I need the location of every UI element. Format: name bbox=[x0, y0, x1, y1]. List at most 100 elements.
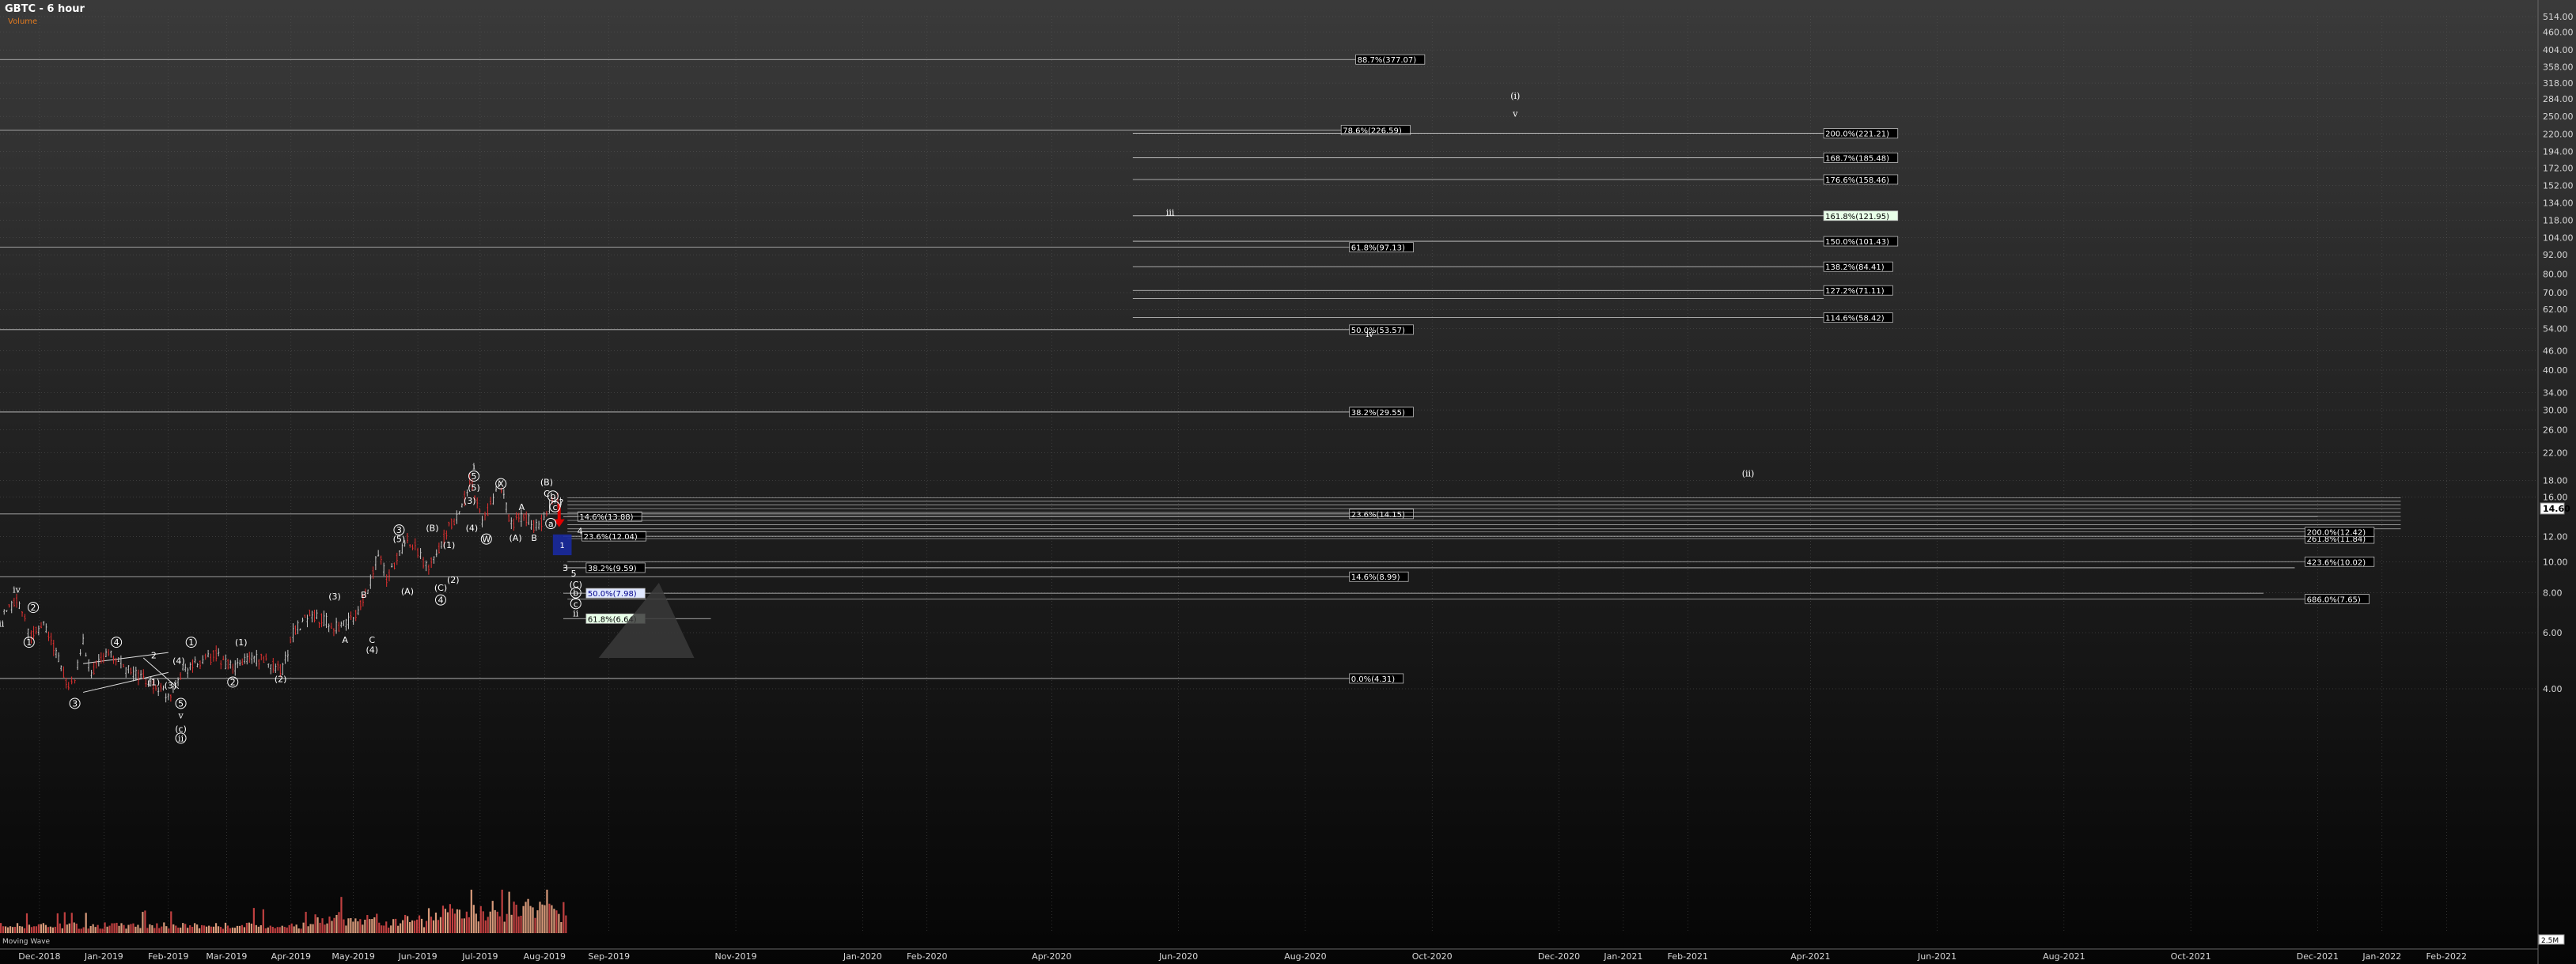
volume-bar bbox=[132, 923, 134, 933]
wave-label: C bbox=[369, 635, 375, 645]
volume-bar bbox=[460, 918, 463, 933]
x-tick-label: Aug-2019 bbox=[524, 951, 566, 962]
x-tick-label: Jul-2019 bbox=[461, 951, 498, 962]
right-level-label-text: 423.6%(10.02) bbox=[2307, 558, 2366, 567]
volume-bar bbox=[21, 926, 24, 933]
volume-bar bbox=[390, 925, 392, 933]
volume-bar bbox=[49, 926, 51, 933]
wave-label: iii bbox=[1166, 207, 1175, 217]
volume-bar bbox=[506, 913, 508, 933]
volume-bar bbox=[80, 928, 82, 933]
volume-bar bbox=[182, 923, 184, 933]
volume-bar bbox=[16, 923, 19, 933]
volume-bar bbox=[369, 919, 371, 933]
volume-bar bbox=[295, 924, 297, 933]
volume-bar bbox=[180, 928, 182, 933]
volume-bar bbox=[546, 890, 548, 933]
volume-bar bbox=[472, 905, 475, 933]
volume-bar bbox=[184, 924, 187, 933]
volume-bar bbox=[125, 928, 127, 933]
volume-bar bbox=[395, 918, 397, 933]
volume-bar bbox=[146, 928, 149, 933]
volume-bar bbox=[163, 922, 165, 933]
volume-bar bbox=[9, 926, 12, 933]
x-tick-label: Apr-2020 bbox=[1032, 951, 1071, 962]
volume-bar bbox=[118, 925, 120, 933]
volume-bar bbox=[113, 923, 116, 933]
volume-bar bbox=[104, 922, 106, 933]
y-tick-label: 70.00 bbox=[2543, 288, 2568, 298]
volume-bar bbox=[510, 914, 513, 933]
y-tick-label: 134.00 bbox=[2543, 198, 2574, 208]
target-zone-label: 1 bbox=[559, 542, 564, 550]
wave-label: (C) bbox=[434, 583, 447, 593]
volume-indicator-label[interactable]: Volume bbox=[8, 17, 37, 26]
volume-bar bbox=[484, 920, 487, 933]
extension-level-label-text: 200.0%(221.21) bbox=[1825, 130, 1889, 139]
volume-bar bbox=[302, 922, 305, 933]
fib-level-label-text: 78.6%(226.59) bbox=[1343, 127, 1402, 135]
volume-bar bbox=[4, 926, 7, 933]
volume-bar bbox=[422, 927, 426, 933]
wave-label: (5) bbox=[468, 483, 480, 493]
volume-bar bbox=[415, 919, 419, 933]
volume-bar bbox=[23, 928, 26, 933]
volume-bar bbox=[373, 917, 376, 933]
volume-bar bbox=[172, 924, 175, 933]
volume-bar bbox=[130, 924, 132, 933]
volume-bar bbox=[536, 910, 539, 933]
extension-level-label-text: 127.2%(71.11) bbox=[1825, 287, 1885, 296]
y-tick-label: 404.00 bbox=[2543, 45, 2574, 55]
volume-bar bbox=[241, 924, 244, 933]
volume-bar bbox=[214, 923, 218, 933]
volume-bar bbox=[229, 928, 232, 933]
volume-bar bbox=[199, 928, 201, 933]
volume-bar bbox=[381, 925, 383, 933]
wave-label: (ii) bbox=[1742, 468, 1755, 478]
volume-bar bbox=[66, 924, 68, 933]
volume-bar bbox=[177, 928, 180, 933]
volume-bar bbox=[63, 912, 66, 933]
volume-bar bbox=[231, 927, 234, 933]
volume-bar bbox=[56, 913, 59, 933]
volume-bar bbox=[238, 925, 241, 933]
volume-bar bbox=[364, 919, 366, 933]
volume-bar bbox=[553, 909, 555, 933]
wave-label: (4) bbox=[366, 645, 378, 656]
volume-bar bbox=[508, 891, 510, 933]
volume-bar bbox=[515, 904, 517, 933]
chart-root: 88.7%(377.07) 78.6%(226.59) 61.8%(97.13) 50… bbox=[0, 0, 2576, 964]
y-tick-label: 62.00 bbox=[2543, 304, 2568, 315]
volume-bar bbox=[187, 928, 189, 933]
near-level-label-text: 38.2%(9.59) bbox=[588, 565, 637, 573]
volume-bar bbox=[517, 916, 520, 933]
volume-bar bbox=[293, 926, 295, 933]
volume-bar bbox=[343, 919, 345, 933]
volume-bar bbox=[539, 902, 541, 933]
near-level-label-text: 50.0%(7.98) bbox=[588, 590, 637, 599]
y-tick-label: 10.00 bbox=[2543, 558, 2568, 568]
extension-level-label-text: 161.8%(121.95) bbox=[1825, 213, 1889, 221]
volume-bar bbox=[288, 924, 290, 933]
volume-bar bbox=[563, 902, 565, 933]
volume-bar bbox=[425, 921, 428, 933]
volume-bar bbox=[89, 925, 92, 933]
volume-bar bbox=[309, 924, 312, 933]
volume-bar bbox=[501, 890, 503, 933]
volume-bar bbox=[207, 925, 210, 933]
wave-label: 4 bbox=[114, 637, 119, 648]
volume-bar bbox=[191, 927, 194, 933]
y-tick-label: 284.00 bbox=[2543, 94, 2574, 104]
price-chart[interactable]: 88.7%(377.07)78.6%(226.59)61.8%(97.13)50… bbox=[0, 0, 2576, 964]
wave-label: 4 bbox=[578, 527, 583, 537]
volume-bar bbox=[82, 927, 85, 933]
volume-bar bbox=[479, 905, 482, 933]
volume-bar bbox=[444, 909, 447, 933]
volume-bar bbox=[451, 908, 454, 933]
wave-label: (3) bbox=[464, 496, 476, 506]
volume-bar bbox=[248, 922, 250, 933]
y-tick-label: 4.00 bbox=[2543, 684, 2563, 694]
extension-level-label-text: 150.0%(101.43) bbox=[1825, 238, 1889, 247]
volume-bar bbox=[551, 905, 553, 933]
volume-bar bbox=[326, 923, 328, 933]
